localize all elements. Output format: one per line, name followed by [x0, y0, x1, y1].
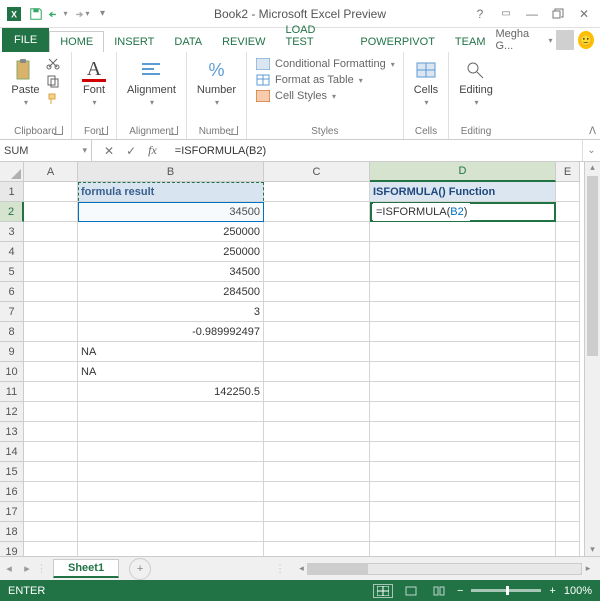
name-box[interactable]: SUM▾	[0, 140, 92, 161]
insert-tab[interactable]: INSERT	[104, 32, 164, 52]
fx-icon[interactable]: fx	[148, 143, 157, 158]
enter-formula-icon[interactable]: ✓	[126, 144, 136, 158]
review-tab[interactable]: REVIEW	[212, 32, 275, 52]
editing-group-label: Editing	[457, 124, 495, 137]
page-break-view-icon[interactable]	[429, 584, 449, 598]
zoom-level[interactable]: 100%	[564, 585, 592, 597]
conditional-formatting-button[interactable]: Conditional Formatting▾	[255, 56, 395, 72]
number-button[interactable]: % Number▾	[195, 56, 238, 109]
sheet-tab[interactable]: Sheet1	[53, 559, 119, 578]
file-tab[interactable]: FILE	[2, 28, 49, 52]
spreadsheet-grid[interactable]: formula resultISFORMULA() Function345002…	[24, 182, 584, 556]
redo-icon[interactable]: ▾	[70, 4, 90, 24]
page-layout-view-icon[interactable]	[401, 584, 421, 598]
cells-button[interactable]: Cells▾	[412, 56, 440, 109]
window-title: Book2 - Microsoft Excel Preview	[214, 7, 386, 21]
alignment-button[interactable]: Alignment▾	[125, 56, 178, 109]
undo-icon[interactable]: ▾	[48, 4, 68, 24]
home-tab[interactable]: HOME	[49, 31, 104, 53]
powerpivot-tab[interactable]: POWERPIVOT	[350, 32, 445, 52]
loadtest-tab[interactable]: LOAD TEST	[276, 20, 351, 52]
sheet-nav-prev-icon[interactable]: ◂	[0, 562, 18, 575]
zoom-slider[interactable]	[471, 589, 541, 592]
font-group-label: Font	[80, 124, 108, 137]
select-all-button[interactable]	[0, 162, 24, 182]
formula-bar[interactable]	[169, 140, 582, 161]
format-as-table-button[interactable]: Format as Table▾	[255, 72, 395, 88]
team-tab[interactable]: TEAM	[445, 32, 496, 52]
paste-button[interactable]: Paste▾	[9, 56, 41, 109]
close-icon[interactable]: ✕	[572, 4, 596, 24]
new-sheet-button[interactable]: +	[129, 558, 151, 580]
collapse-ribbon-icon[interactable]: ᐱ	[589, 126, 596, 137]
copy-icon[interactable]	[46, 74, 62, 90]
status-mode: ENTER	[8, 585, 45, 597]
zoom-in-button[interactable]: +	[549, 585, 555, 597]
styles-group-label: Styles	[255, 124, 395, 137]
minimize-icon[interactable]: —	[520, 4, 544, 24]
font-button[interactable]: A Font▾	[80, 56, 108, 109]
qat-customize-icon[interactable]: ▾	[92, 4, 112, 24]
row-headers[interactable]: 12345678910111213141516171819	[0, 182, 24, 556]
clipboard-group-label: Clipboard	[8, 124, 63, 137]
feedback-icon[interactable]: 🙂	[578, 31, 594, 49]
excel-icon[interactable]: X	[4, 4, 24, 24]
horizontal-scrollbar[interactable]: ◂▸	[295, 562, 594, 576]
sheet-nav-next-icon[interactable]: ▸	[18, 562, 36, 575]
help-icon[interactable]: ?	[468, 4, 492, 24]
editing-button[interactable]: Editing▾	[457, 56, 495, 109]
svg-text:X: X	[11, 9, 17, 19]
cut-icon[interactable]	[46, 56, 62, 72]
normal-view-icon[interactable]	[373, 584, 393, 598]
alignment-group-label: Alignment	[125, 124, 178, 137]
expand-formula-bar-icon[interactable]: ⌄	[582, 140, 600, 161]
ribbon-options-icon[interactable]: ▭	[494, 4, 518, 24]
cells-group-label: Cells	[412, 124, 440, 137]
save-icon[interactable]	[26, 4, 46, 24]
format-painter-icon[interactable]	[46, 92, 62, 108]
restore-icon[interactable]	[546, 4, 570, 24]
zoom-out-button[interactable]: −	[457, 585, 463, 597]
cell-styles-button[interactable]: Cell Styles▾	[255, 88, 395, 104]
cancel-formula-icon[interactable]: ✕	[104, 144, 114, 158]
data-tab[interactable]: DATA	[164, 32, 212, 52]
vertical-scrollbar[interactable]: ▴ ▾	[584, 162, 600, 556]
number-group-label: Number	[195, 124, 238, 137]
user-name: Megha G...	[495, 28, 543, 52]
avatar-icon[interactable]	[556, 30, 574, 50]
column-headers[interactable]: A B C D E	[24, 162, 580, 182]
